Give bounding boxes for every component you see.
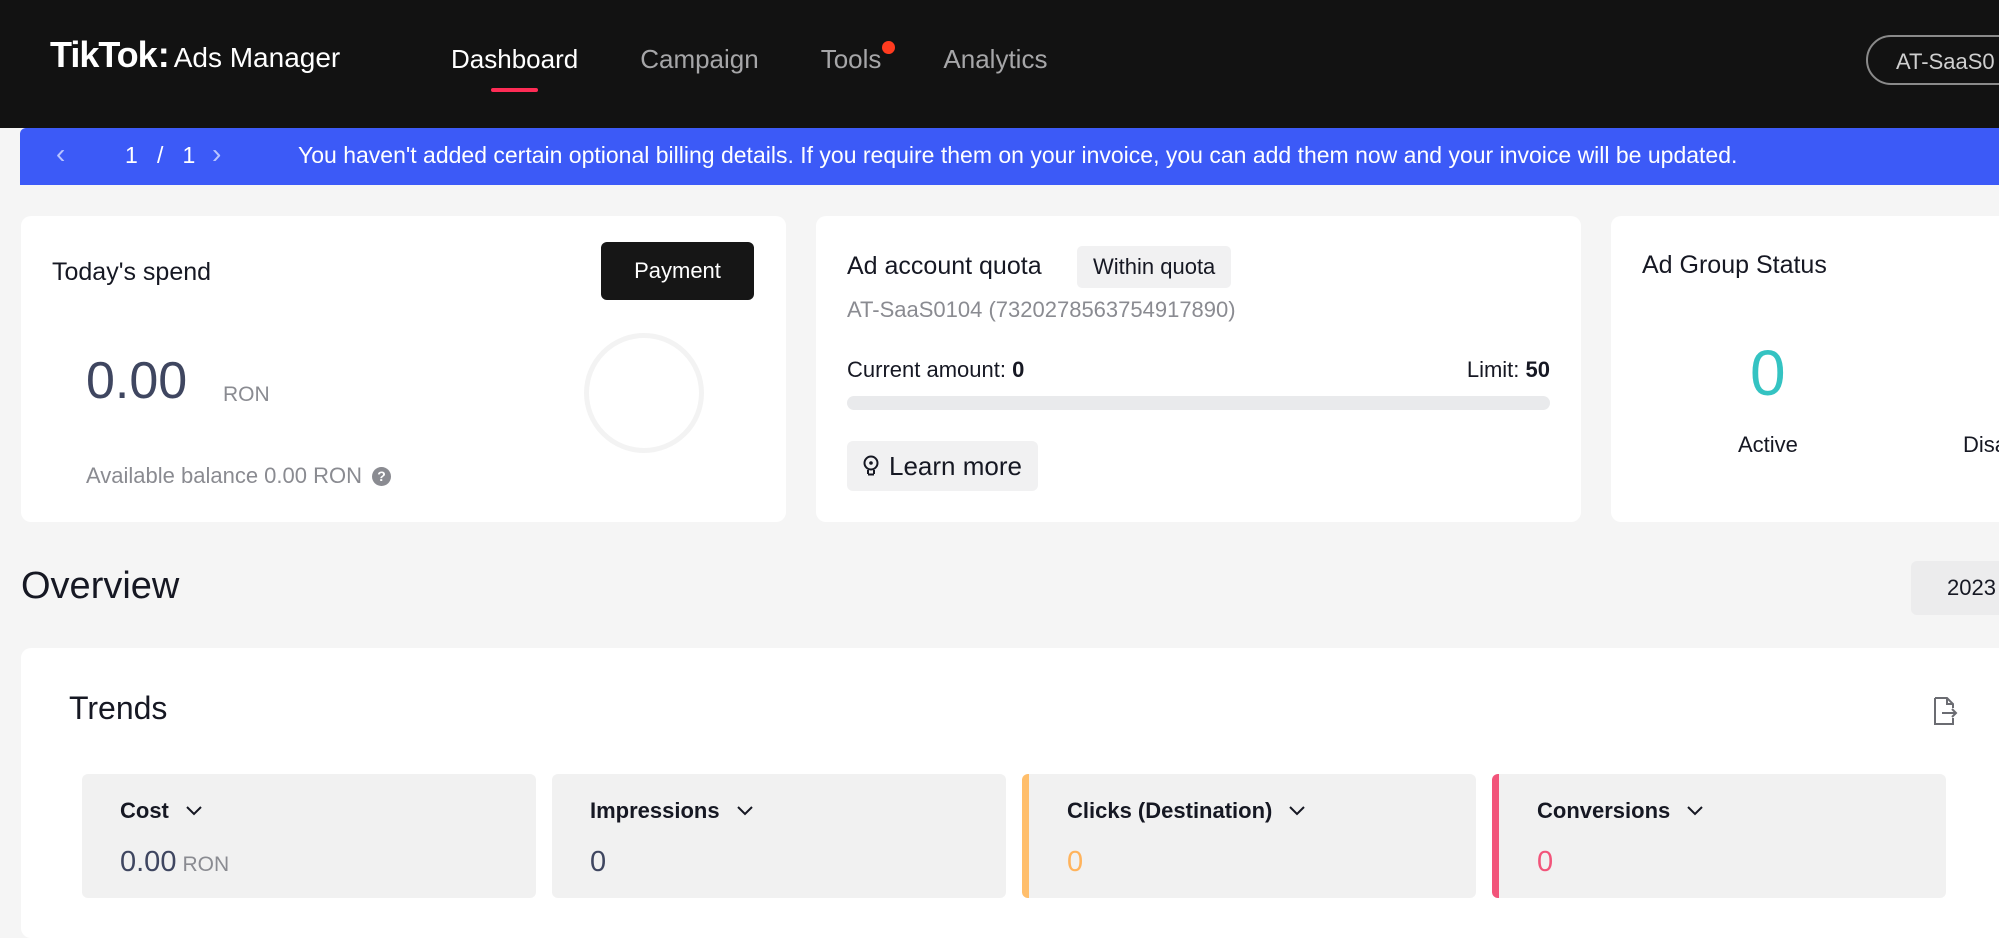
tiktok-ads-logo[interactable]: TikTok : Ads Manager	[50, 34, 340, 76]
active-label: Active	[1738, 432, 1798, 457]
metric-label: Cost	[120, 798, 169, 823]
metric-card-cost[interactable]: Cost 0.00 RON	[82, 774, 536, 898]
disabled-label: Disa	[1963, 432, 1999, 457]
nav-tools[interactable]: Tools	[820, 41, 896, 75]
export-icon[interactable]	[1932, 696, 1958, 726]
logo-brand: TikTok	[50, 34, 158, 75]
limit-value: 50	[1525, 357, 1550, 382]
metric-number: 0	[1067, 846, 1084, 878]
help-icon[interactable]: ?	[372, 466, 391, 486]
quota-limit: Limit: 50	[1467, 357, 1550, 383]
chevron-right-icon[interactable]: ›	[212, 140, 221, 168]
card-title: Ad Group Status	[1642, 251, 1827, 279]
metric-value: 0	[1537, 846, 1553, 879]
top-bar: TikTok : Ads Manager Dashboard Campaign …	[0, 0, 1999, 128]
logo-colon: :	[157, 34, 170, 75]
metric-selector[interactable]: Conversions	[1537, 798, 1704, 824]
metric-card-impressions[interactable]: Impressions 0	[552, 774, 1006, 898]
metric-label: Clicks (Destination)	[1067, 798, 1273, 823]
overview-heading: Overview	[21, 565, 180, 607]
lightbulb-icon	[863, 455, 879, 476]
metric-number: 0.00	[120, 846, 177, 878]
metric-value: 0	[1067, 846, 1083, 879]
todays-spend-card: Today's spend Payment 0.00 RON Available…	[21, 216, 786, 522]
chevron-down-icon	[1289, 806, 1306, 816]
logo-product: Ads Manager	[173, 42, 341, 73]
trends-title: Trends	[69, 690, 168, 726]
spend-currency: RON	[223, 383, 270, 406]
account-switcher[interactable]: AT-SaaS0	[1866, 35, 1999, 85]
chevron-left-icon[interactable]: ‹	[56, 140, 65, 168]
available-balance-text: Available balance 0.00 RON	[86, 463, 362, 488]
pager-current: 1	[125, 142, 138, 168]
chevron-down-icon	[1687, 806, 1703, 816]
metric-number: 0	[1537, 846, 1554, 878]
card-title: Ad account quota	[847, 252, 1042, 280]
metric-selector[interactable]: Impressions	[590, 798, 754, 824]
active-count[interactable]: 0	[1750, 336, 1786, 410]
current-amount-label: Current amount:	[847, 357, 1013, 382]
ad-group-status-card: Ad Group Status 0 Active Disa	[1611, 216, 1999, 522]
billing-notice-bar: ‹ 1 / 1 › You haven't added certain opti…	[20, 128, 1999, 185]
available-balance: Available balance 0.00 RON ?	[86, 463, 391, 489]
metric-card-conversions[interactable]: Conversions 0	[1492, 774, 1946, 898]
learn-more-button[interactable]: Learn more	[847, 441, 1038, 491]
learn-more-label: Learn more	[889, 450, 1022, 481]
nav-analytics[interactable]: Analytics	[943, 44, 1047, 75]
metric-unit: RON	[182, 853, 230, 876]
spend-amount: 0.00	[86, 352, 188, 410]
chevron-down-icon	[736, 806, 753, 816]
nav-dashboard[interactable]: Dashboard	[451, 44, 578, 92]
account-id: AT-SaaS0104 (7320278563754917890)	[847, 297, 1236, 322]
chevron-down-icon	[186, 806, 202, 816]
metric-label: Conversions	[1537, 798, 1671, 823]
date-range-picker[interactable]: 2023	[1911, 561, 1999, 615]
current-amount-value: 0	[1012, 357, 1025, 382]
quota-progress-bar	[847, 396, 1550, 410]
notice-pager: 1 / 1	[125, 142, 195, 169]
metric-value: 0	[590, 846, 606, 879]
quota-status-badge: Within quota	[1077, 246, 1232, 288]
notification-dot	[882, 41, 896, 54]
ad-account-quota-card: Ad account quota Within quota AT-SaaS010…	[816, 216, 1581, 522]
pager-separator: /	[156, 142, 164, 168]
spend-ring-chart	[584, 333, 704, 453]
metric-number: 0	[590, 846, 607, 878]
pager-total: 1	[182, 142, 196, 168]
payment-button[interactable]: Payment	[601, 242, 754, 300]
metric-label: Impressions	[590, 798, 720, 823]
nav-tools-label: Tools	[820, 44, 882, 74]
metric-value: 0.00 RON	[120, 846, 229, 879]
trends-panel: Trends Cost 0.00 RON Impressions 0 Clicks…	[21, 648, 1999, 938]
card-title: Today's spend	[52, 258, 212, 286]
main-nav: Dashboard Campaign Tools Analytics	[451, 41, 1109, 92]
current-amount: Current amount: 0	[847, 357, 1024, 383]
limit-label: Limit:	[1466, 357, 1526, 382]
metric-selector[interactable]: Clicks (Destination)	[1067, 798, 1306, 824]
metric-selector[interactable]: Cost	[120, 798, 203, 824]
notice-message[interactable]: You haven't added certain optional billi…	[298, 142, 1737, 169]
metric-card-clicks[interactable]: Clicks (Destination) 0	[1022, 774, 1476, 898]
nav-campaign[interactable]: Campaign	[640, 44, 759, 75]
